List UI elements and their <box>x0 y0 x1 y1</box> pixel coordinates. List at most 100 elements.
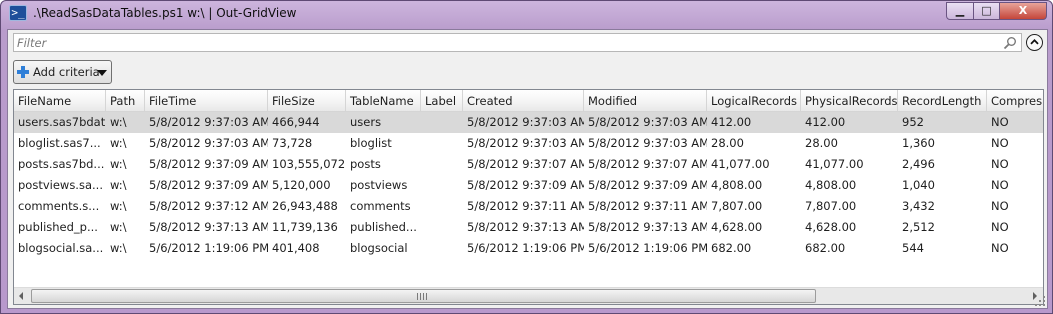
add-criteria-label: Add criteria <box>33 65 100 79</box>
table-cell: 26,943,488 <box>272 199 338 213</box>
column-header[interactable]: FileTime <box>145 90 268 112</box>
table-cell: 5/8/2012 9:37:07 AM <box>588 157 707 171</box>
table-cell: 4,628.00 <box>805 220 857 234</box>
table-row[interactable]: published_p... w:\ 5/8/2012 9:37:13 AM 11,7… <box>14 217 1043 238</box>
table-cell <box>421 154 463 175</box>
table-cell <box>421 112 463 133</box>
table-cell: 73,728 <box>272 136 313 150</box>
column-header[interactable]: TableName <box>346 90 421 112</box>
table-cell: 5/8/2012 9:37:03 AM <box>467 136 584 150</box>
table-cell: NO <box>991 115 1009 129</box>
powershell-icon[interactable]: >_ <box>9 5 27 21</box>
table-row[interactable]: blogsocial.sa... w:\ 5/6/2012 1:19:06 PM 40… <box>14 238 1043 259</box>
table-cell: w:\ <box>110 220 127 234</box>
table-cell: 1,360 <box>902 136 935 150</box>
table-cell: postviews <box>350 178 408 192</box>
title-bar[interactable]: >_ .\ReadSasDataTables.ps1 w:\ | Out-Gri… <box>1 1 1052 29</box>
table-cell: w:\ <box>110 178 127 192</box>
table-cell: bloglist.sas7... <box>18 136 101 150</box>
table-cell: 5/8/2012 9:37:09 AM <box>588 178 707 192</box>
table-row[interactable]: bloglist.sas7... w:\ 5/8/2012 9:37:03 AM 73… <box>14 133 1043 154</box>
table-cell: 41,077.00 <box>711 157 770 171</box>
table-cell: 2,496 <box>902 157 935 171</box>
table-cell: blogsocial <box>350 241 408 255</box>
filter-input[interactable] <box>17 35 987 50</box>
table-cell: posts <box>350 157 381 171</box>
horizontal-scrollbar[interactable] <box>14 287 1043 304</box>
table-cell: NO <box>991 178 1009 192</box>
column-header[interactable]: Path <box>106 90 145 112</box>
chevron-up-icon[interactable] <box>1026 34 1043 51</box>
table-cell: 5,120,000 <box>272 178 331 192</box>
table-cell: NO <box>991 199 1009 213</box>
table-cell: 28.00 <box>711 136 744 150</box>
client-area: Add criteria FileNamePathFileTimeFileSiz… <box>7 29 1048 309</box>
table-cell: 5/8/2012 9:37:03 AM <box>588 136 707 150</box>
scrollbar-thumb[interactable] <box>31 289 816 303</box>
table-row[interactable]: users.sas7bdat w:\ 5/8/2012 9:37:03 AM 466,… <box>14 112 1043 133</box>
table-cell: w:\ <box>110 136 127 150</box>
table-cell: 401,408 <box>272 241 320 255</box>
table-cell: 103,555,072 <box>272 157 346 171</box>
table-cell <box>421 175 463 196</box>
search-icon[interactable] <box>1003 36 1017 50</box>
table-cell: 5/6/2012 1:19:06 PM <box>467 241 584 255</box>
table-cell: w:\ <box>110 199 127 213</box>
table-cell: w:\ <box>110 241 127 255</box>
table-row[interactable]: postviews.sa... w:\ 5/8/2012 9:37:09 AM 5,1… <box>14 175 1043 196</box>
column-header[interactable]: Label <box>421 90 463 112</box>
table-cell: w:\ <box>110 115 127 129</box>
table-cell: 2,512 <box>902 220 935 234</box>
column-header[interactable]: Modified <box>584 90 707 112</box>
table-cell: 4,808.00 <box>805 178 857 192</box>
table-cell: 5/8/2012 9:37:03 AM <box>149 115 268 129</box>
table-cell: 7,807.00 <box>711 199 763 213</box>
table-cell <box>421 217 463 238</box>
column-header[interactable]: LogicalRecords <box>707 90 801 112</box>
table-cell: 11,739,136 <box>272 220 338 234</box>
table-cell: 412.00 <box>805 115 846 129</box>
caret-down-icon <box>97 70 107 76</box>
table-cell <box>421 196 463 217</box>
table-cell: 41,077.00 <box>805 157 864 171</box>
column-header[interactable]: FileName <box>14 90 106 112</box>
table-cell: NO <box>991 136 1009 150</box>
minimize-button[interactable]: ▁ <box>946 2 974 20</box>
table-cell: 5/8/2012 9:37:12 AM <box>149 199 268 213</box>
table-cell: 4,628.00 <box>711 220 763 234</box>
maximize-button[interactable]: □ <box>973 2 1000 20</box>
table-row[interactable]: posts.sas7bd... w:\ 5/8/2012 9:37:09 AM 103… <box>14 154 1043 175</box>
table-cell: users.sas7bdat <box>18 115 106 129</box>
table-cell: 412.00 <box>711 115 752 129</box>
table-cell: 5/8/2012 9:37:13 AM <box>149 220 268 234</box>
results-grid: FileName Path FileTime FileSize TableName Lab… <box>13 89 1044 305</box>
column-header[interactable]: FileSize <box>268 90 346 112</box>
scroll-left-button[interactable] <box>14 288 31 304</box>
table-cell: blogsocial.sa... <box>18 241 104 255</box>
table-row[interactable]: comments.s... w:\ 5/8/2012 9:37:12 AM 26,94… <box>14 196 1043 217</box>
table-cell <box>421 238 463 259</box>
resize-grip-icon[interactable] <box>1033 294 1047 308</box>
table-cell: 4,808.00 <box>711 178 763 192</box>
plus-icon <box>17 66 29 78</box>
table-cell: 5/8/2012 9:37:13 AM <box>467 220 584 234</box>
table-cell: 5/8/2012 9:37:09 AM <box>149 157 268 171</box>
table-cell: posts.sas7bd... <box>18 157 105 171</box>
grid-header: FileName Path FileTime FileSize TableName Lab… <box>14 90 1043 112</box>
table-cell: w:\ <box>110 157 127 171</box>
table-cell: 5/8/2012 9:37:07 AM <box>467 157 584 171</box>
column-header[interactable]: Created <box>463 90 584 112</box>
column-header[interactable]: RecordLength <box>898 90 987 112</box>
close-button[interactable]: X <box>999 2 1047 20</box>
add-criteria-button[interactable]: Add criteria <box>13 60 112 84</box>
table-cell: 682.00 <box>805 241 846 255</box>
table-cell: published_p... <box>18 220 98 234</box>
table-cell: NO <box>991 157 1009 171</box>
table-cell: 5/8/2012 9:37:03 AM <box>588 115 707 129</box>
table-cell: 682.00 <box>711 241 752 255</box>
column-header[interactable]: PhysicalRecords <box>801 90 898 112</box>
column-header[interactable]: Compres <box>987 90 1043 112</box>
table-cell: comments <box>350 199 411 213</box>
table-cell <box>421 133 463 154</box>
table-cell: 5/8/2012 9:37:11 AM <box>588 199 707 213</box>
